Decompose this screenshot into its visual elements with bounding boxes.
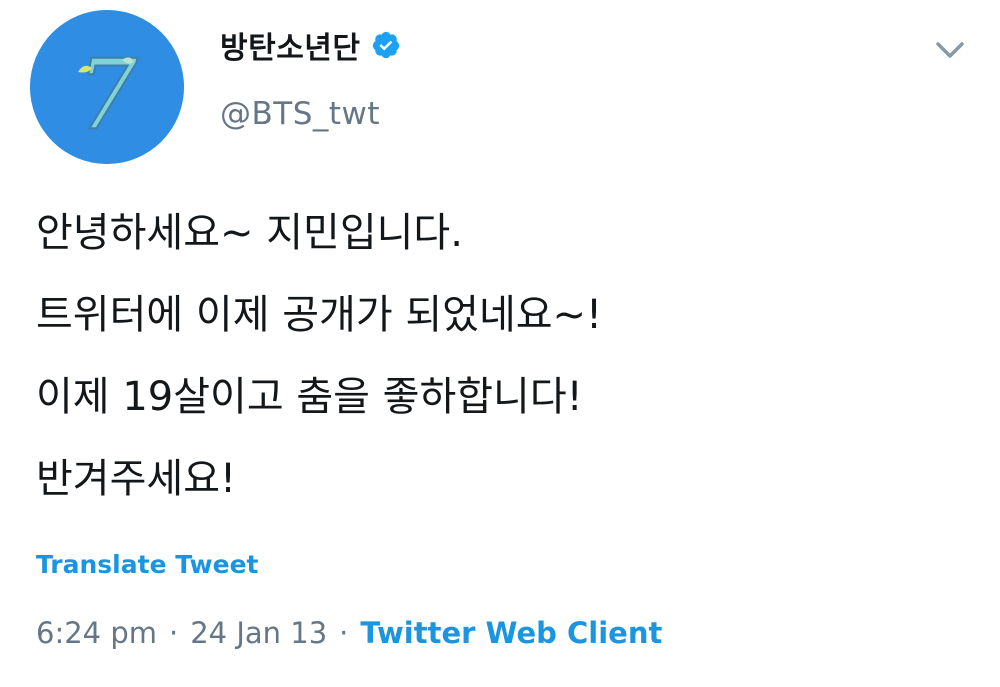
tweet-date[interactable]: 24 Jan 13 xyxy=(190,616,327,650)
avatar-label: 7 xyxy=(76,39,137,151)
avatar[interactable]: 7 xyxy=(30,10,184,164)
tweet-line: 트위터에 이제 공개가 되었네요~! xyxy=(36,292,603,338)
tweet-card: 7 방탄소년단 @BTS_twt 안녕하세요~ 지민입니다. 트위터에 이제 공… xyxy=(0,0,1000,687)
meta-separator: · xyxy=(339,616,349,650)
avatar-seven-icon: 7 xyxy=(30,10,184,164)
tweet-time[interactable]: 6:24 pm xyxy=(36,616,157,650)
translate-tweet-link[interactable]: Translate Tweet xyxy=(36,550,259,579)
tweet-text: 안녕하세요~ 지민입니다. 트위터에 이제 공개가 되었네요~! 이제 19살이… xyxy=(36,192,966,520)
tweet-client-link[interactable]: Twitter Web Client xyxy=(360,616,662,650)
meta-separator: · xyxy=(169,616,179,650)
display-name[interactable]: 방탄소년단 xyxy=(220,23,361,67)
tweet-line: 안녕하세요~ 지민입니다. xyxy=(36,210,463,256)
chevron-down-icon[interactable] xyxy=(930,35,970,67)
account-handle[interactable]: @BTS_twt xyxy=(220,96,380,132)
display-name-row[interactable]: 방탄소년단 xyxy=(220,22,401,68)
verified-badge-icon xyxy=(372,31,399,59)
tweet-line: 이제 19살이고 춤을 좋하합니다! xyxy=(36,374,583,420)
tweet-meta: 6:24 pm · 24 Jan 13 · Twitter Web Client xyxy=(36,616,662,650)
tweet-line: 반겨주세요! xyxy=(36,456,237,502)
